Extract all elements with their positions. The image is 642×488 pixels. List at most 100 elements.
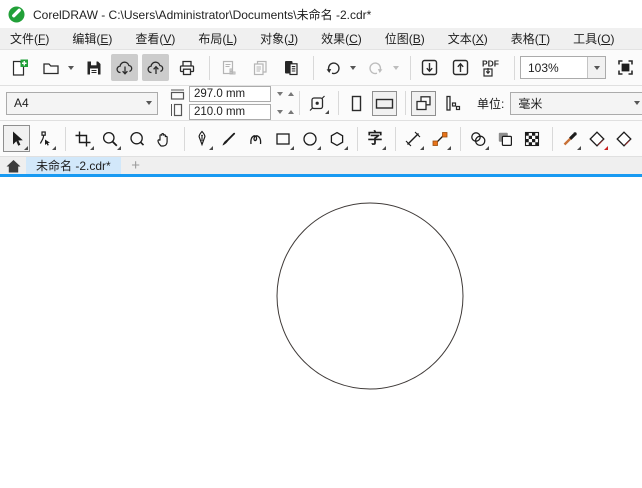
dimension-tool[interactable]: [401, 126, 425, 152]
smart-fill-tool[interactable]: [612, 126, 636, 152]
checkerboard-icon: [524, 131, 540, 146]
shadow-tool-icon: [471, 131, 486, 146]
toolbox-separator: [65, 126, 66, 151]
document-tab-active[interactable]: 未命名 -2.cdr*: [26, 157, 121, 174]
page-size-glyphs: [170, 89, 185, 117]
ellipse-tool[interactable]: [298, 126, 322, 152]
open-dropdown-caret[interactable]: [68, 65, 74, 70]
save-button[interactable]: [80, 54, 107, 81]
menu-bitmaps[interactable]: 位图(B): [377, 28, 433, 49]
document-tab-label: 未命名 -2.cdr*: [36, 159, 111, 173]
units-value: 毫米: [518, 96, 543, 111]
paste-icon: [284, 60, 298, 75]
menu-text[interactable]: 文本(X): [440, 28, 496, 49]
page-width-icon: [170, 89, 185, 100]
units-label: 单位:: [477, 96, 505, 111]
interactive-fill-tool[interactable]: [585, 126, 609, 152]
crop-tool-icon: [75, 131, 91, 146]
page-width-field[interactable]: 297.0 mm: [189, 86, 271, 102]
publish-pdf-button[interactable]: PDF: [478, 54, 505, 81]
document-tab-bar: 未命名 -2.cdr* +: [0, 157, 642, 177]
open-button[interactable]: [37, 54, 64, 81]
page-size-combobox[interactable]: A4: [6, 91, 158, 115]
zoom-level-combobox[interactable]: 103%: [520, 56, 606, 79]
menu-table[interactable]: 表格(T): [503, 28, 558, 49]
portrait-icon: [351, 95, 362, 111]
new-document-button[interactable]: [6, 54, 33, 81]
undo-icon: [326, 61, 340, 74]
pan-hand-icon: [157, 132, 168, 147]
home-icon: [6, 159, 20, 172]
page-dimensions-button[interactable]: [439, 91, 464, 116]
shadow-tool[interactable]: [466, 126, 490, 152]
all-pages-button[interactable]: [411, 90, 436, 116]
export-button[interactable]: [447, 54, 474, 81]
shape-tool[interactable]: [33, 126, 57, 152]
shape-tool-icon: [39, 130, 50, 146]
zoom-tool[interactable]: [98, 126, 122, 152]
toolbox: 字: [0, 121, 642, 157]
menu-view[interactable]: 查看(V): [127, 28, 183, 49]
page-height-spinner[interactable]: [277, 110, 294, 114]
pattern-fill-tool[interactable]: [520, 126, 544, 152]
menu-edit[interactable]: 编辑(E): [64, 28, 120, 49]
artistic-media-tool[interactable]: [217, 126, 241, 152]
import-icon: [421, 59, 438, 76]
paintbrush-icon: [222, 132, 236, 145]
redo-dropdown-caret: [393, 65, 399, 70]
page-height-field[interactable]: 210.0 mm: [189, 104, 271, 120]
cloud-upload-button[interactable]: [142, 54, 169, 81]
menu-tools[interactable]: 工具(O): [565, 28, 622, 49]
text-tool[interactable]: 字: [363, 126, 387, 152]
publish-pdf-icon: PDF: [482, 58, 499, 77]
ellipse-icon: [303, 131, 317, 146]
toolbar-separator: [410, 55, 411, 80]
import-button[interactable]: [416, 54, 443, 81]
menu-layout[interactable]: 布局(L): [190, 28, 245, 49]
page-width-spinner[interactable]: [277, 92, 294, 96]
all-pages-icon: [416, 95, 431, 110]
undo-dropdown-caret[interactable]: [350, 65, 356, 70]
landscape-button[interactable]: [372, 90, 397, 116]
rectangle-tool[interactable]: [271, 126, 295, 152]
zoom-out-tool[interactable]: [125, 126, 149, 152]
pick-tool[interactable]: [3, 125, 30, 152]
undo-button[interactable]: [319, 54, 346, 81]
rectangle-icon: [276, 132, 290, 145]
units-combobox[interactable]: 毫米: [510, 91, 642, 115]
curve-tool[interactable]: [244, 126, 268, 152]
units-caret[interactable]: [628, 93, 642, 114]
page-size-caret[interactable]: [140, 93, 157, 114]
transparency-tool[interactable]: [493, 126, 517, 152]
menu-object[interactable]: 对象(J): [252, 28, 306, 49]
eyedropper-icon: [563, 131, 577, 145]
polygon-icon: [330, 131, 344, 146]
menu-file[interactable]: 文件(F): [2, 28, 57, 49]
menu-effects[interactable]: 效果(C): [313, 28, 370, 49]
connector-line-icon: [432, 131, 448, 146]
pan-tool[interactable]: [152, 126, 176, 152]
eyedropper-tool[interactable]: [558, 126, 582, 152]
toolbox-separator: [184, 126, 185, 151]
print-button[interactable]: [173, 54, 200, 81]
coreldraw-logo-icon: [8, 6, 25, 22]
pen-tool[interactable]: [190, 126, 214, 152]
polygon-tool[interactable]: [325, 126, 349, 152]
text-tool-glyph: 字: [367, 130, 383, 147]
cloud-download-button[interactable]: [111, 54, 138, 81]
transparency-icon: [498, 132, 513, 146]
fit-page-button[interactable]: [305, 91, 330, 116]
paste-button[interactable]: [277, 54, 304, 81]
smart-fill-icon: [616, 130, 632, 147]
zoom-level-caret[interactable]: [587, 57, 605, 78]
home-tab-button[interactable]: [0, 157, 26, 174]
crop-tool[interactable]: [71, 126, 95, 152]
copy-icon: [253, 60, 267, 75]
fullscreen-preview-button[interactable]: [612, 54, 639, 81]
connector-tool[interactable]: [428, 126, 452, 152]
fullscreen-preview-icon: [618, 60, 633, 75]
portrait-button[interactable]: [344, 91, 369, 116]
toolbar-separator: [514, 55, 515, 80]
new-tab-button[interactable]: +: [121, 157, 151, 174]
drawing-canvas[interactable]: [0, 180, 642, 488]
